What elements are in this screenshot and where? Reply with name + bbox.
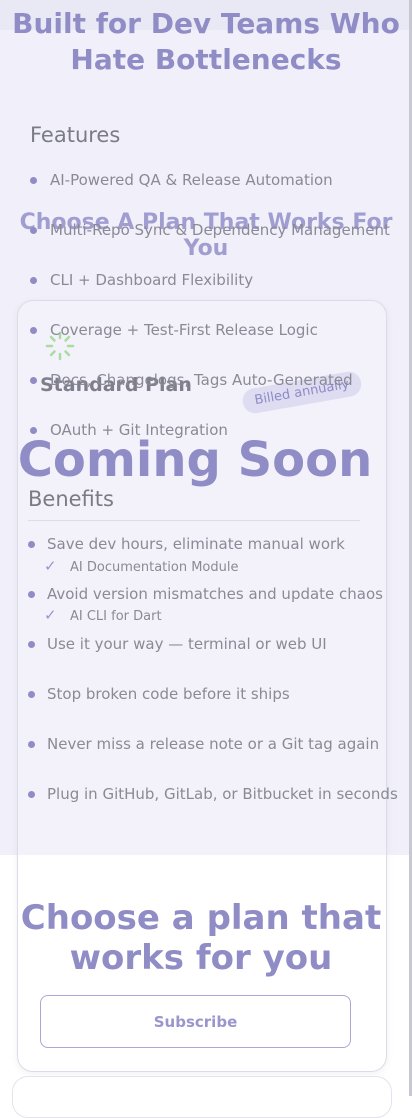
divider <box>28 520 360 521</box>
bullet-icon <box>30 327 37 334</box>
included-module-label: AI CLI for Dart <box>70 609 162 624</box>
bullet-icon <box>28 741 35 748</box>
feature-item: CLI + Dashboard Flexibility <box>50 271 254 289</box>
bullet-icon <box>30 377 37 384</box>
bullet-icon <box>28 541 35 548</box>
benefits-title: Benefits <box>28 487 114 511</box>
bullet-icon <box>30 177 37 184</box>
feature-item: AI-Powered QA & Release Automation <box>50 171 333 189</box>
feature-item: Docs, Changelogs, Tags Auto-Generated <box>50 371 353 389</box>
bullet-icon <box>28 641 35 648</box>
benefit-item: Avoid version mismatches and update chao… <box>47 585 383 603</box>
benefit-item: Plug in GitHub, GitLab, or Bitbucket in … <box>47 785 398 803</box>
feature-item: Coverage + Test-First Release Logic <box>50 321 318 339</box>
feature-item: Multi-Repo Sync & Dependency Management <box>50 221 390 239</box>
bullet-icon <box>30 277 37 284</box>
benefit-item: Save dev hours, eliminate manual work <box>47 535 345 553</box>
benefit-item: Never miss a release note or a Git tag a… <box>47 735 380 753</box>
included-module: ✓ AI CLI for Dart <box>44 606 162 624</box>
benefit-item: Stop broken code before it ships <box>47 685 290 703</box>
benefit-item: Use it your way — terminal or web UI <box>47 635 327 653</box>
check-icon: ✓ <box>44 557 57 575</box>
check-icon: ✓ <box>44 606 57 624</box>
subscribe-button[interactable]: Subscribe <box>40 995 351 1048</box>
bullet-icon <box>28 791 35 798</box>
features-title: Features <box>30 123 121 147</box>
included-module-label: AI Documentation Module <box>70 560 239 575</box>
bullet-icon <box>28 591 35 598</box>
next-plan-card <box>12 1076 392 1118</box>
coming-soon-label: Coming Soon <box>17 432 373 488</box>
included-module: ✓ AI Documentation Module <box>44 557 238 575</box>
hero-title: Built for Dev Teams Who Hate Bottlenecks <box>12 7 400 76</box>
cta-title: Choose a plan that works for you <box>20 898 382 978</box>
bullet-icon <box>28 691 35 698</box>
bullet-icon <box>30 227 37 234</box>
